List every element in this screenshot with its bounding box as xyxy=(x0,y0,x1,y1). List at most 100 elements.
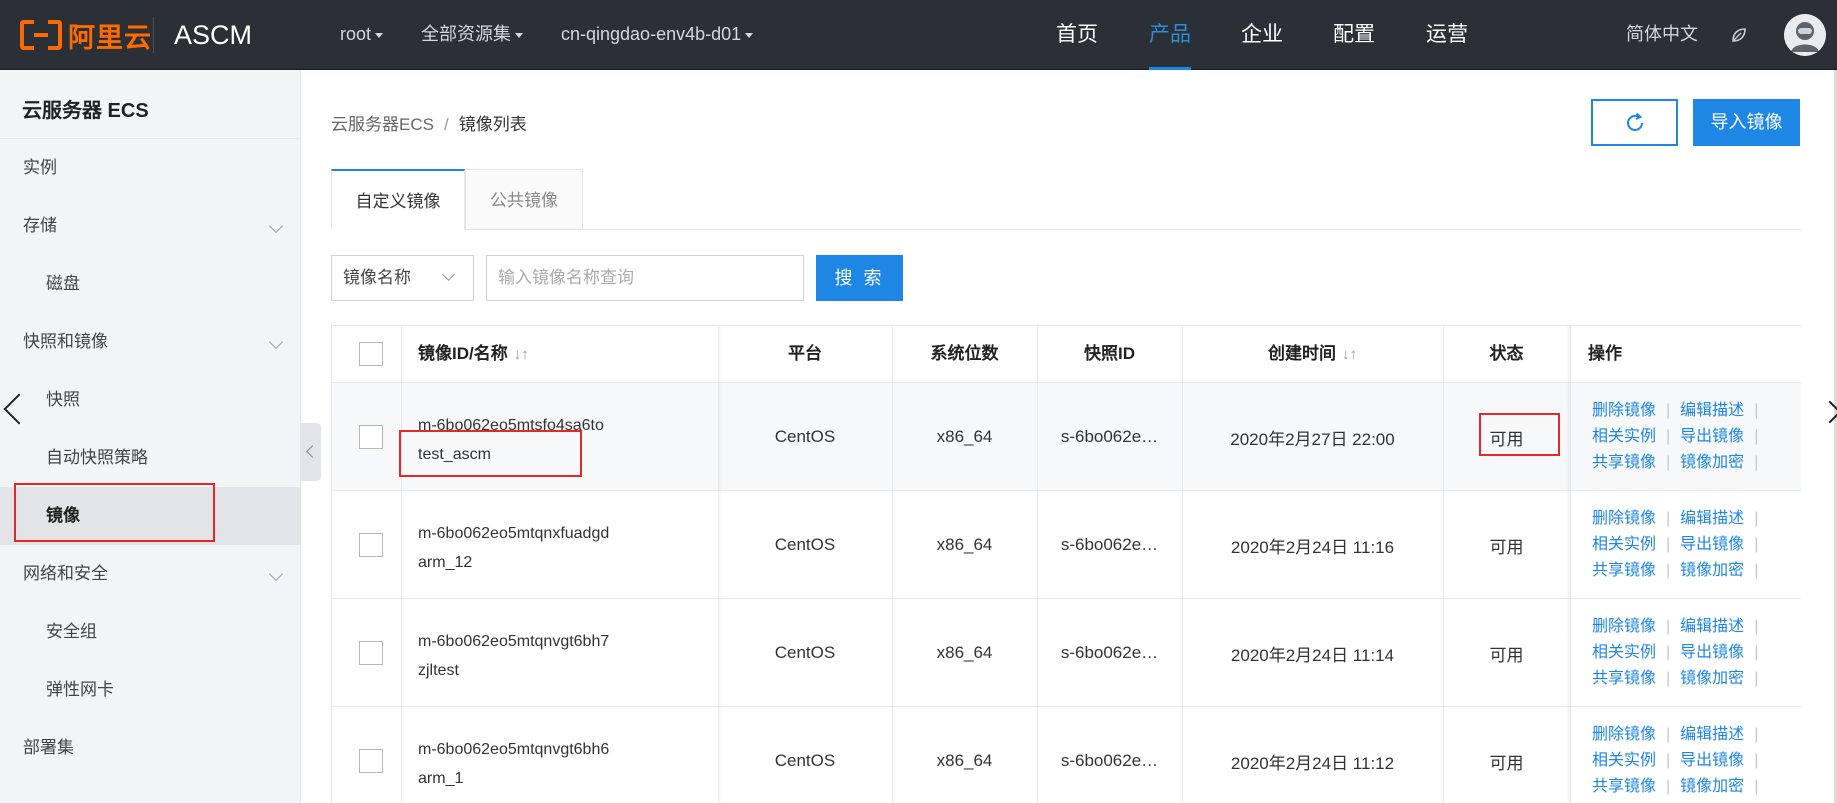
chevron-down-icon xyxy=(268,334,284,350)
sidebar-item-security-groups[interactable]: 安全组 xyxy=(0,603,301,661)
image-id-name: m-6bo062eo5mtqnvgt6bh7 zjltest xyxy=(418,627,609,685)
sidebar-item-deployment-sets[interactable]: 部署集 xyxy=(0,719,301,777)
resource-set-dropdown[interactable]: 全部资源集 xyxy=(421,22,523,46)
row-checkbox[interactable] xyxy=(359,641,383,665)
column-divider xyxy=(1570,326,1571,803)
row-actions: 删除镜像 | 编辑描述 | 相关实例 | 导出镜像 | 共享镜像 | 镜像加密 | xyxy=(1592,722,1768,800)
related-instances-link[interactable]: 相关实例 xyxy=(1592,428,1656,445)
table-row: m-6bo062eo5mtqnxfuadgd arm_12 CentOS x86… xyxy=(332,490,1801,598)
snapshot-id-cell[interactable]: s-6bo062e… xyxy=(1037,383,1182,491)
platform-cell: CentOS xyxy=(774,751,836,770)
sidebar-item-eni[interactable]: 弹性网卡 xyxy=(0,661,301,719)
encrypt-image-link[interactable]: 镜像加密 xyxy=(1680,454,1744,471)
nav-products[interactable]: 产品 xyxy=(1149,0,1191,70)
search-button[interactable]: 搜 索 xyxy=(816,255,903,301)
snapshot-id-cell[interactable]: s-6bo062e… xyxy=(1037,707,1182,803)
image-name: arm_1 xyxy=(418,770,464,787)
ops-separator: | xyxy=(1666,562,1671,579)
edit-description-link[interactable]: 编辑描述 xyxy=(1680,726,1744,743)
tab-public-images[interactable]: 公共镜像 xyxy=(465,169,583,230)
image-name: arm_12 xyxy=(418,554,473,571)
region-dropdown[interactable]: cn-qingdao-env4b-d01 xyxy=(561,22,754,46)
chevron-down-icon xyxy=(268,218,284,234)
export-image-link[interactable]: 导出镜像 xyxy=(1680,752,1744,769)
edit-description-link[interactable]: 编辑描述 xyxy=(1680,510,1744,527)
sidebar-item-disks[interactable]: 磁盘 xyxy=(0,255,301,313)
share-image-link[interactable]: 共享镜像 xyxy=(1592,454,1656,471)
tab-custom-images[interactable]: 自定义镜像 xyxy=(331,169,465,230)
sidebar-item-auto-snapshot-policy[interactable]: 自动快照策略 xyxy=(0,429,301,487)
aliyun-logo[interactable]: 阿里云 xyxy=(20,18,152,53)
ops-separator: | xyxy=(1754,402,1759,419)
ops-separator: | xyxy=(1754,726,1759,743)
export-image-link[interactable]: 导出镜像 xyxy=(1680,536,1744,553)
export-image-link[interactable]: 导出镜像 xyxy=(1680,644,1744,661)
user-dropdown[interactable]: root xyxy=(340,22,384,46)
sidebar-item-label: 部署集 xyxy=(23,738,74,757)
sidebar-item-label: 快照和镜像 xyxy=(23,332,108,351)
column-divider xyxy=(1037,326,1038,803)
breadcrumb-parent[interactable]: 云服务器ECS xyxy=(331,115,434,134)
image-id[interactable]: m-6bo062eo5mtqnvgt6bh6 xyxy=(418,735,609,764)
share-image-link[interactable]: 共享镜像 xyxy=(1592,778,1656,795)
select-all-checkbox[interactable] xyxy=(359,342,383,366)
search-field-select[interactable]: 镜像名称 xyxy=(331,255,474,301)
sidebar-title: 云服务器 ECS xyxy=(22,100,149,122)
encrypt-image-link[interactable]: 镜像加密 xyxy=(1680,778,1744,795)
search-input[interactable] xyxy=(486,255,804,301)
ops-separator: | xyxy=(1754,778,1759,795)
delete-image-link[interactable]: 删除镜像 xyxy=(1592,510,1656,527)
language-switch[interactable]: 简体中文 xyxy=(1626,20,1698,46)
snapshot-id-cell[interactable]: s-6bo062e… xyxy=(1037,491,1182,599)
export-image-link[interactable]: 导出镜像 xyxy=(1680,428,1744,445)
nav-home[interactable]: 首页 xyxy=(1056,0,1098,70)
sidebar-item-snapshots-images[interactable]: 快照和镜像 xyxy=(0,313,301,371)
snapshot-id-cell[interactable]: s-6bo062e… xyxy=(1037,599,1182,707)
breadcrumb: 云服务器ECS / 镜像列表 xyxy=(331,110,527,135)
encrypt-image-link[interactable]: 镜像加密 xyxy=(1680,670,1744,687)
col-header-id-name[interactable]: 镜像ID/名称 ↓↑ xyxy=(418,326,718,382)
related-instances-link[interactable]: 相关实例 xyxy=(1592,644,1656,661)
related-instances-link[interactable]: 相关实例 xyxy=(1592,752,1656,769)
delete-image-link[interactable]: 删除镜像 xyxy=(1592,726,1656,743)
encrypt-image-link[interactable]: 镜像加密 xyxy=(1680,562,1744,579)
edit-description-link[interactable]: 编辑描述 xyxy=(1680,402,1744,419)
platform-cell: CentOS xyxy=(774,427,836,446)
avatar[interactable] xyxy=(1784,14,1826,56)
created-time-cell: 2020年2月24日 11:14 xyxy=(1230,645,1395,665)
nav-operations[interactable]: 运营 xyxy=(1426,0,1468,70)
logo-divider xyxy=(153,17,154,53)
col-header-created[interactable]: 创建时间 ↓↑ xyxy=(1182,326,1443,382)
status-badge: 可用 xyxy=(1489,645,1524,665)
import-image-button[interactable]: 导入镜像 xyxy=(1693,99,1800,146)
sidebar-item-storage[interactable]: 存储 xyxy=(0,197,301,255)
delete-image-link[interactable]: 删除镜像 xyxy=(1592,402,1656,419)
user-dropdown-label: root xyxy=(340,24,372,44)
edit-description-link[interactable]: 编辑描述 xyxy=(1680,618,1744,635)
image-id[interactable]: m-6bo062eo5mtqnxfuadgd xyxy=(418,519,609,548)
created-time-cell: 2020年2月27日 22:00 xyxy=(1230,429,1395,449)
app-name[interactable]: ASCM xyxy=(174,17,252,53)
share-image-link[interactable]: 共享镜像 xyxy=(1592,562,1656,579)
share-image-link[interactable]: 共享镜像 xyxy=(1592,670,1656,687)
theme-leaf-icon[interactable] xyxy=(1730,26,1748,44)
ops-separator: | xyxy=(1754,670,1759,687)
refresh-button[interactable] xyxy=(1591,99,1678,146)
related-instances-link[interactable]: 相关实例 xyxy=(1592,536,1656,553)
row-checkbox[interactable] xyxy=(359,425,383,449)
nav-enterprise[interactable]: 企业 xyxy=(1241,0,1283,70)
col-header-label: 镜像ID/名称 xyxy=(418,344,508,363)
delete-image-link[interactable]: 删除镜像 xyxy=(1592,618,1656,635)
image-id-name: m-6bo062eo5mtqnxfuadgd arm_12 xyxy=(418,519,609,577)
image-id[interactable]: m-6bo062eo5mtqnvgt6bh7 xyxy=(418,627,609,656)
nav-config[interactable]: 配置 xyxy=(1333,0,1375,70)
col-header-snapshot-id: 快照ID xyxy=(1084,344,1135,363)
sidebar-collapse-button[interactable] xyxy=(301,423,321,481)
sidebar-item-network-security[interactable]: 网络和安全 xyxy=(0,545,301,603)
row-checkbox[interactable] xyxy=(359,749,383,773)
sidebar-item-instances[interactable]: 实例 xyxy=(0,139,301,197)
row-checkbox[interactable] xyxy=(359,533,383,557)
arch-cell: x86_64 xyxy=(936,427,993,446)
sidebar-item-snapshots[interactable]: 快照 xyxy=(0,371,301,429)
sidebar-item-label: 实例 xyxy=(23,158,57,177)
